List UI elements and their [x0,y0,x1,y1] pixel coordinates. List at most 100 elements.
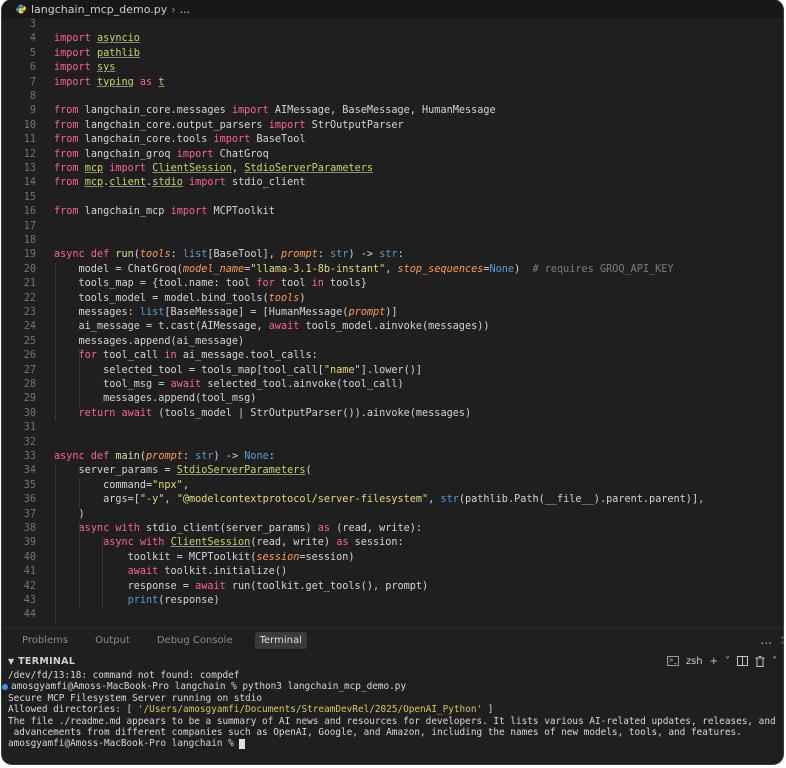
line-number: 35 [23,479,36,491]
code-text: messages.append(ai_message) [54,335,245,347]
line-number: 25 [23,335,36,347]
code-text: tools_map = {tool.name: tool for tool in… [54,278,367,290]
code-line[interactable]: 34 server_params = StdioServerParameters… [2,464,312,478]
line-number: 41 [23,566,36,578]
code-text: model = ChatGroq(model_name="llama-3.1-8… [54,263,674,275]
terminal-output[interactable]: /dev/fd/13:18: command not found: compde… [2,670,783,764]
chevron-down-icon[interactable]: ˅ [772,656,777,667]
code-line[interactable]: 22 tools_model = model.bind_tools(tools) [2,292,306,306]
code-line[interactable]: 13 from mcp import ClientSession, StdioSe… [2,162,373,176]
tab-debug-console[interactable]: Debug Console [152,632,238,649]
code-line[interactable]: 4 import asyncio [2,32,140,46]
line-number: 5 [29,47,36,59]
code-line[interactable]: 21 tools_map = {tool.name: tool for tool… [2,277,367,291]
code-line[interactable]: 16 from langchain_mcp import MCPToolkit [2,205,275,219]
code-line[interactable]: 28 tool_msg = await selected_tool.ainvok… [2,378,404,392]
code-text: async with stdio_client(server_params) a… [78,523,423,534]
line-number: 11 [23,134,36,146]
panel-tab-bar: Problems Output Debug Console Terminal .… [2,628,783,651]
code-line[interactable]: 32 [2,436,54,450]
code-text: selected_tool = tools_map[tool_call["nam… [54,364,423,376]
indent-guide [78,349,80,407]
code-line[interactable]: 20 model = ChatGroq(model_name="llama-3.… [2,263,674,277]
code-line[interactable]: 27 selected_tool = tools_map[tool_call["… [2,364,422,378]
code-line[interactable]: 38 async with stdio_client(server_params… [2,522,422,536]
command-status-icon[interactable] [2,683,8,690]
code-line[interactable]: 44 [2,608,54,622]
code-line[interactable]: 43 print(response) [2,594,220,608]
tab-output[interactable]: Output [90,632,135,649]
code-line[interactable]: 37 ) [2,508,85,522]
code-line[interactable]: 30 return await (tools_model | StrOutput… [2,407,471,421]
code-line[interactable]: 33 async def main(prompt: str) -> None: [2,450,275,464]
breadcrumb-file[interactable]: langchain_mcp_demo.py [31,3,167,16]
line-number: 20 [23,263,36,275]
code-line[interactable]: 9 from langchain_core.messages import AIM… [2,104,496,118]
code-line[interactable]: 12 from langchain_groq import ChatGroq [2,148,269,162]
code-line[interactable]: 5 import pathlib [2,47,140,61]
line-number: 18 [23,235,36,246]
line-number: 21 [23,278,36,290]
split-terminal-icon[interactable] [737,656,748,666]
line-number: 15 [23,191,36,203]
terminal-text: Secure MCP Filesystem Server running on … [8,692,262,704]
vscode-window: langchain_mcp_demo.py › ... 3 4 import asy… [2,0,783,764]
tab-terminal[interactable]: Terminal [254,631,307,649]
line-number: 9 [29,105,36,117]
code-line[interactable]: 15 [2,191,54,205]
code-line[interactable]: 35 command="npx", [2,479,189,493]
code-line[interactable]: 23 messages: list[BaseMessage] = [HumanM… [2,306,398,320]
tab-problems[interactable]: Problems [17,632,73,649]
code-text: import asyncio [54,33,140,45]
code-line[interactable]: 19 async def run(tools: list[BaseTool], p… [2,248,404,262]
indent-guide [78,522,80,609]
code-text: import pathlib [54,47,140,59]
trash-icon[interactable] [755,655,765,667]
terminal-line: amosgyamfi@Amoss-MacBook-Pro langchain %… [2,681,406,692]
add-terminal-icon[interactable]: + [710,656,718,667]
code-text: async def main(prompt: str) -> None: [54,451,275,462]
code-line[interactable]: 25 messages.append(ai_message) [2,335,244,349]
line-number: 44 [23,609,36,621]
code-text: messages.append(tool_msg) [54,393,257,405]
terminal-title: TERMINAL [18,655,76,667]
code-line[interactable]: 18 [2,234,54,248]
code-line[interactable]: 11 from langchain_core.tools import BaseT… [2,133,306,147]
code-text: for tool_call in ai_message.tool_calls: [78,350,318,362]
code-text: args=["-y", "@modelcontextprotocol/serve… [54,494,705,506]
line-number: 26 [23,350,36,362]
line-number: 40 [23,551,36,563]
terminal-shell-name[interactable]: zsh [686,656,703,667]
chevron-down-icon[interactable]: ˅ [725,656,730,667]
line-number: 27 [23,364,36,376]
code-line[interactable]: 36 args=["-y", "@modelcontextprotocol/se… [2,493,705,507]
line-number: 14 [23,177,36,189]
breadcrumb-more[interactable]: ... [180,3,191,16]
code-line[interactable]: 14 from mcp.client.stdio import stdio_cli… [2,176,306,190]
ellipsis-icon[interactable]: ... [761,633,772,647]
terminal-toolbar: >_ zsh + ˅ ˅ [666,655,777,667]
code-line[interactable]: 24 ai_message = t.cast(AIMessage, await … [2,320,490,334]
code-line[interactable]: 6 import sys [2,61,116,75]
code-line[interactable]: 8 [2,90,54,104]
code-line[interactable]: 3 [2,18,54,32]
terminal-text: Allowed directories: [ '/Users/amosgyamf… [8,704,494,716]
line-number: 28 [23,379,36,390]
line-number: 39 [23,537,36,549]
code-editor[interactable]: 3 4 import asyncio 5 import pathlib 6 import s… [2,18,783,624]
code-line[interactable]: 10 from langchain_core.output_parsers imp… [2,119,404,133]
code-text: from langchain_groq import ChatGroq [54,148,269,160]
code-line[interactable]: 26 for tool_call in ai_message.tool_call… [2,349,318,363]
line-number: 33 [23,451,36,462]
code-line[interactable]: 7 import typing as t [2,76,165,90]
line-number: 4 [29,33,36,45]
code-line[interactable]: 41 await toolkit.initialize() [2,565,287,579]
chevron-down-icon[interactable]: ▼ [8,657,14,666]
close-icon[interactable]: × [780,633,783,647]
code-line[interactable]: 17 [2,220,54,234]
code-line[interactable]: 29 messages.append(tool_msg) [2,392,257,406]
code-line[interactable]: 42 response = await run(toolkit.get_tool… [2,580,428,594]
code-line[interactable]: 31 [2,421,54,435]
line-number: 3 [29,19,36,30]
code-line[interactable]: 39 async with ClientSession(read, write)… [2,536,404,550]
